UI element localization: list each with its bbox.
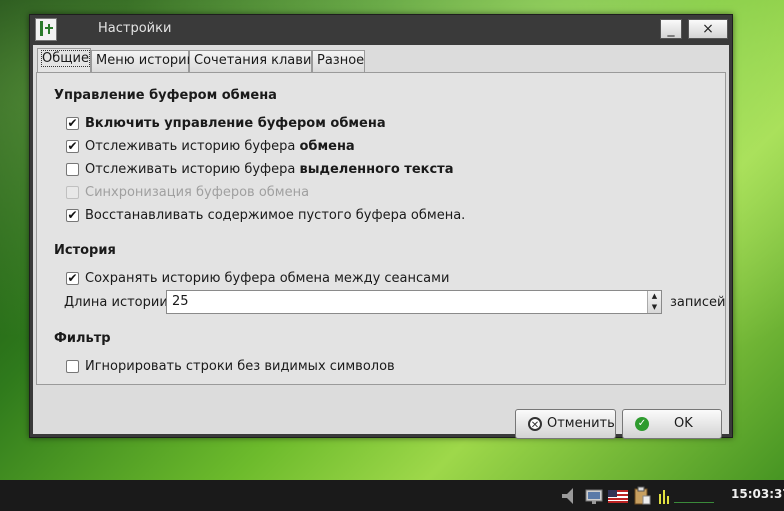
- dialog-content: Общие Меню истории Сочетания клавиш Разн…: [33, 45, 729, 439]
- ok-icon: ✓: [635, 417, 649, 431]
- general-tab-panel: Управление буфером обмена ✔ Включить упр…: [36, 72, 726, 385]
- network-icon[interactable]: [584, 486, 604, 506]
- filter-section-title: Фильтр: [54, 331, 111, 346]
- settings-dialog: Настройки _ × Общие Меню истории Сочетан…: [29, 14, 733, 439]
- check-icon: ✔: [66, 208, 79, 222]
- tab-history-menu[interactable]: Меню истории: [91, 50, 195, 72]
- minimize-button[interactable]: _: [660, 19, 682, 39]
- clipboard-tray-icon[interactable]: [632, 486, 652, 506]
- system-monitor-icon: [656, 486, 720, 506]
- history-length-spinbox[interactable]: 25 ▲ ▼: [166, 290, 662, 314]
- spin-down-icon[interactable]: ▼: [648, 302, 661, 313]
- check-icon: ✔: [66, 116, 79, 130]
- title-bar[interactable]: Настройки _ ×: [30, 15, 732, 43]
- close-icon: ×: [702, 21, 714, 37]
- taskbar: 15:03:37: [0, 480, 784, 511]
- check-icon: ✔: [66, 139, 79, 153]
- cancel-button[interactable]: ✕ Отменить: [515, 409, 616, 439]
- spin-up-icon[interactable]: ▲: [648, 291, 661, 302]
- history-length-label: Длина истории:: [64, 295, 173, 310]
- clipboard-app-icon: [35, 18, 57, 41]
- history-length-value: 25: [172, 294, 189, 309]
- check-icon: ✔: [66, 271, 79, 285]
- tab-misc[interactable]: Разное: [312, 50, 365, 72]
- clipboard-section-title: Управление буфером обмена: [54, 88, 277, 103]
- cancel-icon: ✕: [528, 417, 542, 431]
- history-length-unit: записей: [670, 295, 726, 310]
- window-title: Настройки: [98, 21, 172, 36]
- spin-arrows[interactable]: ▲ ▼: [647, 291, 661, 313]
- us-flag-icon[interactable]: [607, 486, 629, 506]
- history-section-title: История: [54, 243, 116, 258]
- close-button[interactable]: ×: [688, 19, 728, 39]
- ok-button[interactable]: ✓ OK: [622, 409, 722, 439]
- tab-general[interactable]: Общие: [37, 48, 91, 73]
- volume-icon[interactable]: [560, 486, 578, 506]
- tab-shortcuts[interactable]: Сочетания клавиш: [189, 50, 323, 72]
- clock[interactable]: 15:03:37: [731, 487, 784, 501]
